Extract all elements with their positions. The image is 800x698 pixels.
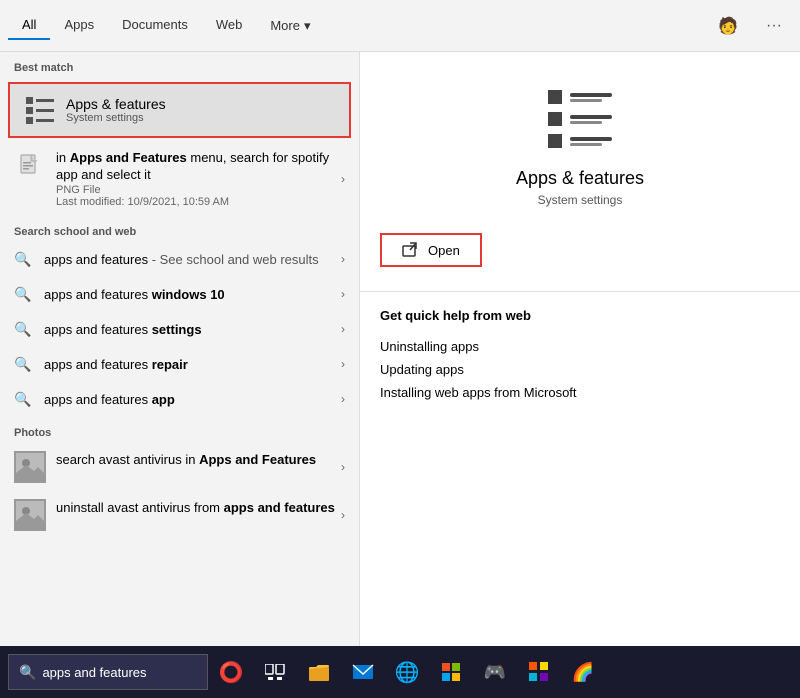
app-title: Apps & features <box>516 168 644 189</box>
best-match-subtitle: System settings <box>66 112 166 124</box>
quick-help-link-0[interactable]: Uninstalling apps <box>380 335 780 358</box>
file-icon <box>14 150 46 182</box>
taskbar: 🔍 ⭕ 🌐 🎮 🌈 <box>0 646 800 698</box>
right-top: Apps & features System settings Open <box>360 52 800 292</box>
best-match-label: Best match <box>0 52 359 78</box>
taskbar-search-icon: 🔍 <box>19 664 36 681</box>
nav-right-icons: 🧑 ··· <box>708 10 792 42</box>
tab-documents[interactable]: Documents <box>108 11 202 40</box>
right-bottom: Get quick help from web Uninstalling app… <box>360 292 800 646</box>
search-icon-1: 🔍 <box>14 286 34 303</box>
search-row-text-2: apps and features settings <box>44 322 337 337</box>
open-button[interactable]: Open <box>380 233 482 267</box>
quick-help-link-1[interactable]: Updating apps <box>380 358 780 381</box>
taskbar-tiles-icon[interactable] <box>518 651 560 693</box>
left-panel: Best match <box>0 52 360 646</box>
taskbar-game-icon[interactable]: 🎮 <box>474 651 516 693</box>
taskbar-mail-icon[interactable] <box>342 651 384 693</box>
photo-title-0: search avast antivirus in Apps and Featu… <box>56 451 337 469</box>
photo-row-1[interactable]: uninstall avast antivirus from apps and … <box>0 491 359 539</box>
more-label: More <box>270 18 300 33</box>
main-layout: Best match <box>0 52 800 646</box>
file-title-bold: Apps and Features <box>70 150 187 165</box>
tab-web[interactable]: Web <box>202 11 257 40</box>
more-chevron-icon: ▾ <box>304 18 311 34</box>
search-row-2[interactable]: 🔍 apps and features settings › <box>0 312 359 347</box>
best-match-title: Apps & features <box>66 96 166 112</box>
photo-row-chevron-0: › <box>337 460 345 474</box>
taskbar-file-explorer-icon[interactable] <box>298 651 340 693</box>
user-icon[interactable]: 🧑 <box>708 10 748 42</box>
photo-info-1: uninstall avast antivirus from apps and … <box>56 499 337 517</box>
best-match-text: Apps & features System settings <box>66 96 166 124</box>
search-row-1[interactable]: 🔍 apps and features windows 10 › <box>0 277 359 312</box>
search-row-4[interactable]: 🔍 apps and features app › <box>0 382 359 417</box>
file-info: in Apps and Features menu, search for sp… <box>56 150 337 208</box>
file-modified: Last modified: 10/9/2021, 10:59 AM <box>56 196 337 208</box>
search-icon-3: 🔍 <box>14 356 34 373</box>
app-icon-large <box>544 82 616 154</box>
search-row-chevron-3: › <box>337 357 345 371</box>
taskbar-task-view-icon[interactable] <box>254 651 296 693</box>
quick-help-link-2[interactable]: Installing web apps from Microsoft <box>380 381 780 404</box>
photo-info-0: search avast antivirus in Apps and Featu… <box>56 451 337 469</box>
search-row-text-1: apps and features windows 10 <box>44 287 337 302</box>
more-options-icon[interactable]: ··· <box>756 11 792 41</box>
best-match-item[interactable]: Apps & features System settings <box>8 82 351 138</box>
search-row-chevron-2: › <box>337 322 345 336</box>
file-result-chevron-icon: › <box>337 172 345 186</box>
quick-help-title: Get quick help from web <box>380 308 780 323</box>
search-box[interactable]: 🔍 <box>8 654 208 690</box>
search-row-0[interactable]: 🔍 apps and features - See school and web… <box>0 242 359 277</box>
open-btn-wrap: Open <box>380 223 780 271</box>
open-icon <box>402 242 420 258</box>
search-icon-4: 🔍 <box>14 391 34 408</box>
app-subtitle: System settings <box>538 193 623 207</box>
search-row-text-0: apps and features - See school and web r… <box>44 252 337 267</box>
photos-label: Photos <box>0 417 359 443</box>
file-title-prefix: in <box>56 150 70 165</box>
file-title: in Apps and Features menu, search for sp… <box>56 150 337 184</box>
search-row-3[interactable]: 🔍 apps and features repair › <box>0 347 359 382</box>
search-school-label: Search school and web <box>0 216 359 242</box>
photo-row-0[interactable]: search avast antivirus in Apps and Featu… <box>0 443 359 491</box>
search-icon-2: 🔍 <box>14 321 34 338</box>
search-row-chevron-1: › <box>337 287 345 301</box>
taskbar-color-icon[interactable]: 🌈 <box>562 651 604 693</box>
open-label: Open <box>428 243 460 258</box>
photo-icon-1 <box>14 499 46 531</box>
taskbar-cortana-icon[interactable]: ⭕ <box>210 651 252 693</box>
taskbar-store-icon[interactable] <box>430 651 472 693</box>
taskbar-search-input[interactable] <box>42 665 197 680</box>
photo-title-1: uninstall avast antivirus from apps and … <box>56 499 337 517</box>
search-icon-0: 🔍 <box>14 251 34 268</box>
tab-apps[interactable]: Apps <box>50 11 108 40</box>
tab-all[interactable]: All <box>8 11 50 40</box>
file-type: PNG File <box>56 184 337 196</box>
search-row-text-4: apps and features app <box>44 392 337 407</box>
taskbar-edge-icon[interactable]: 🌐 <box>386 651 428 693</box>
search-row-chevron-4: › <box>337 392 345 406</box>
photo-icon-0 <box>14 451 46 483</box>
apps-features-icon <box>24 94 56 126</box>
file-result-item[interactable]: in Apps and Features menu, search for sp… <box>0 142 359 216</box>
search-row-text-3: apps and features repair <box>44 357 337 372</box>
top-nav: All Apps Documents Web More ▾ 🧑 ··· <box>0 0 800 52</box>
photo-row-chevron-1: › <box>337 508 345 522</box>
search-row-chevron-0: › <box>337 252 345 266</box>
tab-more[interactable]: More ▾ <box>256 12 324 40</box>
right-panel: Apps & features System settings Open Get… <box>360 52 800 646</box>
